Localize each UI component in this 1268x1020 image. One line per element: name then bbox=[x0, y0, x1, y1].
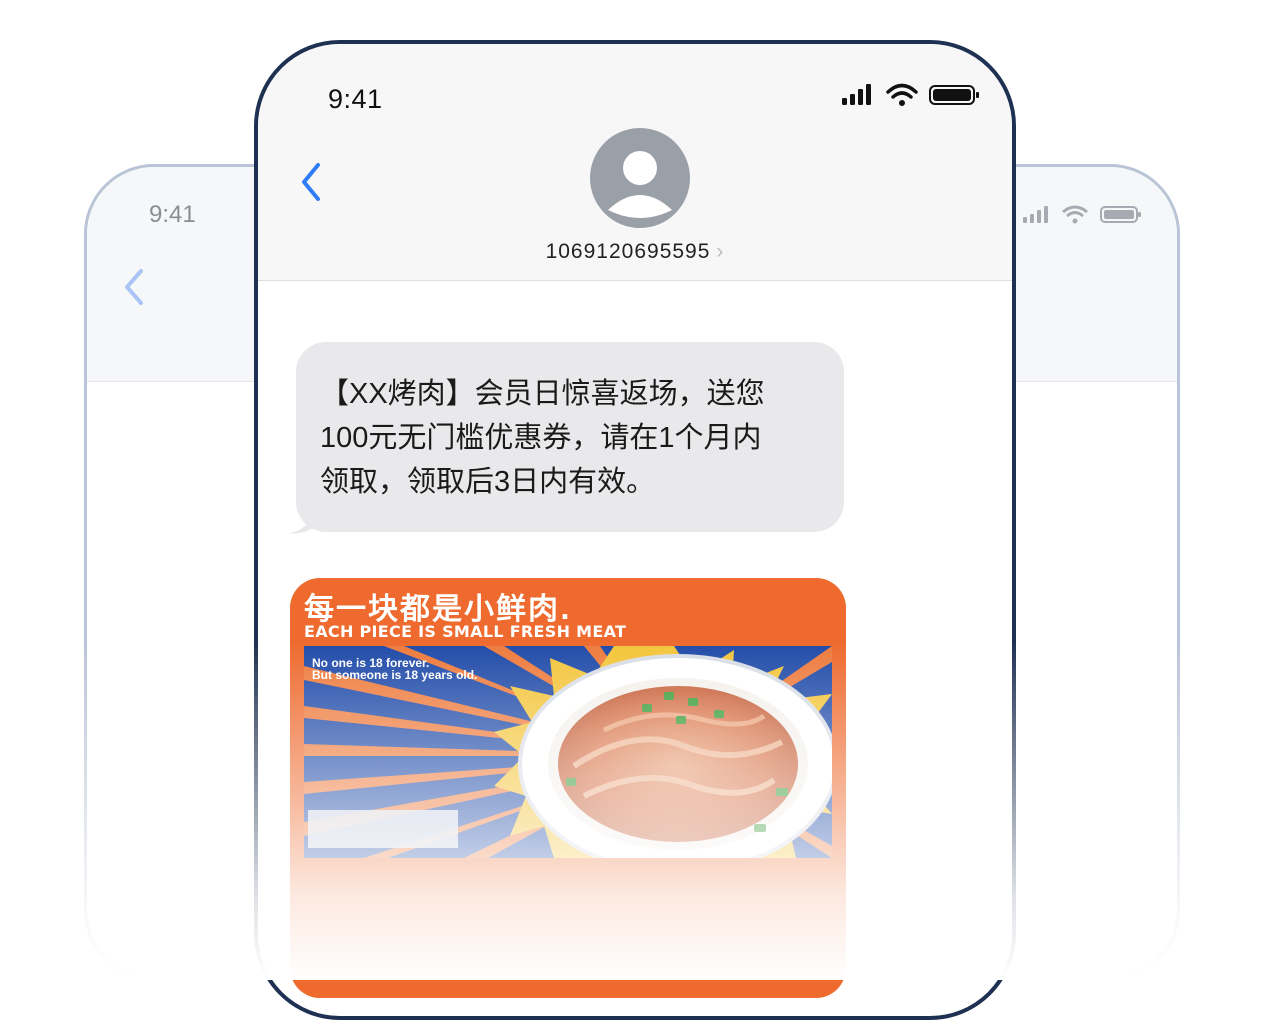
sender-number[interactable]: 1069120695595 › bbox=[258, 240, 1012, 264]
status-time: 9:41 bbox=[328, 84, 383, 114]
mms-image[interactable]: 每一块都是小鲜肉. EACH PIECE IS SMALL FRESH MEAT bbox=[290, 578, 846, 998]
poster-subheadline: EACH PIECE IS SMALL FRESH MEAT bbox=[304, 622, 627, 641]
battery-icon bbox=[929, 85, 979, 105]
sender-number-text: 1069120695595 bbox=[545, 240, 711, 263]
message-bubble[interactable]: 【XX烤肉】会员日惊喜返场，送您 100元无门槛优惠券，请在1个月内 领取，领取… bbox=[296, 342, 844, 532]
status-icons-faded bbox=[1023, 205, 1141, 224]
main-phone: 9:41 1069120695595 › 【XX烤肉】会员日惊喜返场，送您 10… bbox=[254, 40, 1016, 1020]
back-chevron-icon bbox=[125, 269, 143, 305]
message-line: 【XX烤肉】会员日惊喜返场，送您 bbox=[320, 378, 765, 410]
cellular-signal-icon bbox=[842, 84, 871, 105]
back-chevron-icon[interactable] bbox=[296, 160, 326, 204]
poster-tagline: But someone is 18 years old. bbox=[312, 668, 478, 682]
message-line: 100元无门槛优惠券，请在1个月内 bbox=[320, 422, 762, 454]
message-line: 领取，领取后3日内有效。 bbox=[320, 466, 656, 498]
status-bar-icons bbox=[842, 83, 979, 106]
background-time: 9:41 bbox=[149, 201, 196, 228]
chevron-right-icon: › bbox=[716, 240, 725, 263]
contact-avatar-icon[interactable] bbox=[590, 128, 690, 228]
blurred-label bbox=[308, 810, 458, 848]
wifi-icon bbox=[886, 83, 918, 106]
